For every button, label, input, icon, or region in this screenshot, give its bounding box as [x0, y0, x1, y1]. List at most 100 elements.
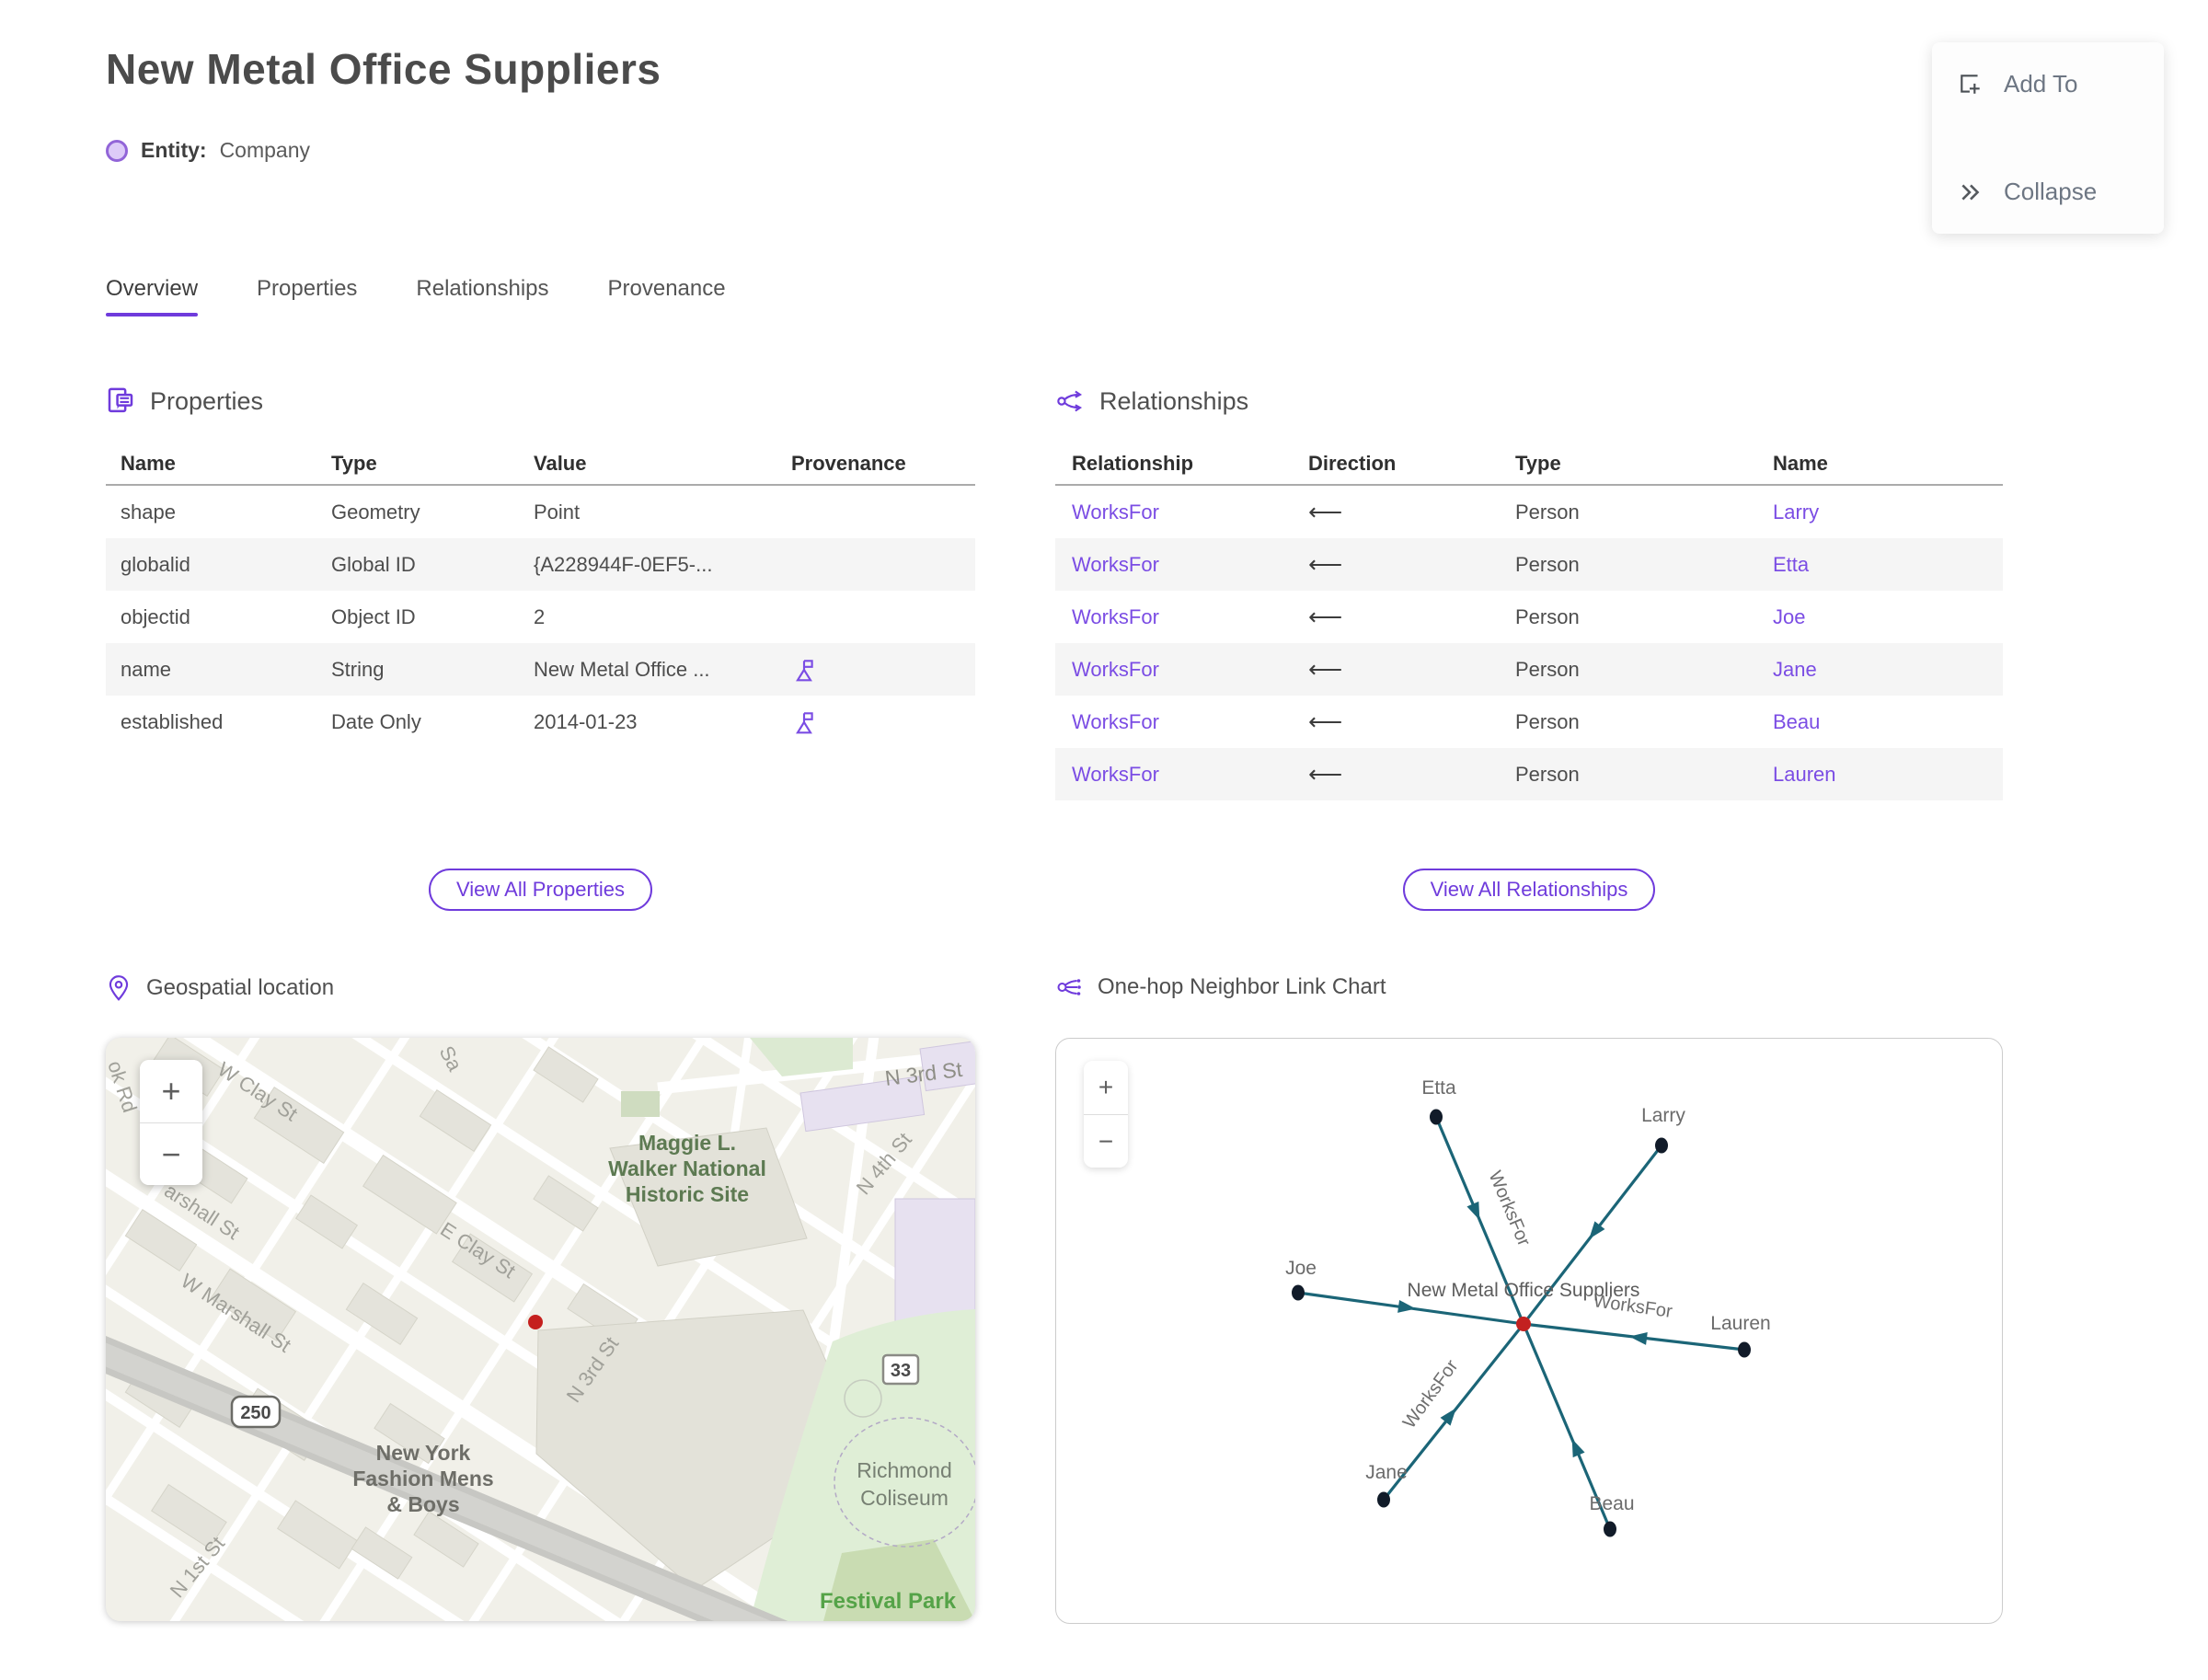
property-name: name — [121, 657, 172, 681]
link-chart-panel: WorksFor WorksFor WorksFor Etta Larry Jo… — [1055, 1038, 2003, 1624]
add-to-button[interactable]: Add To — [1958, 70, 2138, 98]
relationships-table: Relationship Direction Type Name WorksFo… — [1055, 443, 2003, 800]
table-row: WorksFor ⟵ Person Beau — [1055, 696, 2003, 748]
col-name: Name — [121, 452, 176, 475]
svg-text:Jane: Jane — [1365, 1462, 1408, 1483]
property-name: objectid — [121, 604, 190, 628]
relationship-link[interactable]: WorksFor — [1072, 763, 1308, 787]
route-shield-33: 33 — [881, 1353, 920, 1386]
entity-overview-page: New Metal Office Suppliers Entity: Compa… — [0, 0, 2208, 1680]
geospatial-section-header: Geospatial location — [106, 973, 334, 1003]
map-zoom-out-button[interactable]: − — [140, 1122, 202, 1185]
entity-link[interactable]: Lauren — [1773, 763, 2003, 787]
tab-overview[interactable]: Overview — [106, 276, 199, 316]
relationship-link[interactable]: WorksFor — [1072, 553, 1308, 577]
entity-type-row: Entity: Company — [106, 138, 310, 163]
chart-zoom-out-button[interactable]: − — [1084, 1114, 1128, 1168]
entity-link[interactable]: Jane — [1773, 658, 2003, 682]
relationship-type: Person — [1515, 500, 1580, 524]
tab-bar: Overview Properties Relationships Proven… — [106, 276, 726, 316]
relationship-link[interactable]: WorksFor — [1072, 658, 1308, 682]
col-provenance: Provenance — [791, 452, 906, 475]
view-all-properties-button[interactable]: View All Properties — [428, 869, 652, 911]
svg-text:New Metal Office Suppliers: New Metal Office Suppliers — [1408, 1280, 1640, 1301]
graph-node-etta[interactable] — [1430, 1109, 1443, 1125]
link-chart-icon — [1057, 979, 1081, 995]
property-name: globalid — [121, 552, 190, 576]
svg-text:Etta: Etta — [1421, 1077, 1456, 1099]
svg-text:Fashion Mens: Fashion Mens — [352, 1467, 493, 1490]
relationship-link[interactable]: WorksFor — [1072, 605, 1308, 629]
property-name: established — [121, 709, 224, 733]
tab-relationships[interactable]: Relationships — [416, 276, 548, 316]
relationships-table-header: Relationship Direction Type Name — [1055, 443, 2003, 486]
table-row: WorksFor ⟵ Person Jane — [1055, 643, 2003, 696]
svg-text:WorksFor: WorksFor — [1485, 1168, 1535, 1249]
link-chart-zoom-control: + − — [1084, 1061, 1128, 1168]
graph-node-center[interactable] — [1516, 1317, 1531, 1331]
relationships-section-title: Relationships — [1099, 386, 1249, 415]
link-chart-canvas[interactable]: WorksFor WorksFor WorksFor Etta Larry Jo… — [1056, 1039, 2003, 1624]
entity-link[interactable]: Larry — [1773, 501, 2003, 524]
property-name: shape — [121, 500, 176, 524]
direction-arrow-icon: ⟵ — [1308, 550, 1343, 578]
direction-arrow-icon: ⟵ — [1308, 603, 1343, 630]
page-title: New Metal Office Suppliers — [106, 45, 661, 93]
chart-zoom-in-button[interactable]: + — [1084, 1061, 1128, 1114]
map-panel: 250 33 W Clay St ok Rd arshall St W Mars… — [106, 1038, 975, 1621]
svg-text:Richmond: Richmond — [857, 1458, 952, 1482]
graph-nodes — [1292, 1109, 1751, 1537]
svg-text:Walker National: Walker National — [608, 1156, 766, 1180]
relationship-link[interactable]: WorksFor — [1072, 501, 1308, 524]
direction-arrow-icon: ⟵ — [1308, 708, 1343, 735]
table-row: WorksFor ⟵ Person Lauren — [1055, 748, 2003, 800]
provenance-flag-icon[interactable] — [791, 657, 817, 683]
table-row: name String New Metal Office ... — [106, 643, 975, 696]
relationship-type: Person — [1515, 709, 1580, 733]
collapse-label: Collapse — [2004, 178, 2098, 205]
entity-circle-icon — [106, 139, 128, 162]
relationship-link[interactable]: WorksFor — [1072, 710, 1308, 734]
entity-type-value: Company — [219, 138, 310, 162]
graph-node-larry[interactable] — [1655, 1137, 1668, 1154]
property-type: Global ID — [331, 552, 416, 576]
property-value: Point — [534, 500, 581, 524]
graph-node-lauren[interactable] — [1738, 1341, 1751, 1358]
relationships-table-body: WorksFor ⟵ Person Larry WorksFor ⟵ Perso… — [1055, 486, 2003, 800]
map-zoom-control: + − — [140, 1060, 202, 1185]
svg-text:Lauren: Lauren — [1710, 1313, 1770, 1334]
entity-link[interactable]: Joe — [1773, 605, 2003, 629]
tab-provenance[interactable]: Provenance — [608, 276, 726, 316]
relationship-type: Person — [1515, 604, 1580, 628]
graph-node-joe[interactable] — [1292, 1284, 1305, 1301]
view-all-relationships-button[interactable]: View All Relationships — [1402, 869, 1656, 911]
geospatial-section-title: Geospatial location — [146, 975, 335, 1000]
entity-location-marker[interactable] — [528, 1315, 543, 1329]
map-zoom-in-button[interactable]: + — [140, 1060, 202, 1122]
map-green-small — [621, 1091, 660, 1117]
table-row: shape Geometry Point — [106, 486, 975, 538]
svg-text:33: 33 — [891, 1361, 911, 1381]
entity-label: Entity: — [141, 138, 207, 162]
svg-text:Larry: Larry — [1641, 1105, 1685, 1126]
svg-text:Beau: Beau — [1589, 1493, 1634, 1514]
relationship-type: Person — [1515, 762, 1580, 786]
table-row: established Date Only 2014-01-23 — [106, 696, 975, 748]
provenance-flag-icon[interactable] — [791, 709, 817, 735]
table-row: objectid Object ID 2 — [106, 591, 975, 643]
route-shield-250: 250 — [230, 1395, 282, 1429]
properties-table-body: shape Geometry Point globalid Global ID … — [106, 486, 975, 748]
tab-properties[interactable]: Properties — [257, 276, 357, 316]
entity-link[interactable]: Etta — [1773, 553, 2003, 577]
map-pin-icon — [109, 975, 129, 1001]
property-value: 2014-01-23 — [534, 709, 638, 733]
svg-text:New York: New York — [376, 1441, 471, 1465]
table-row: WorksFor ⟵ Person Etta — [1055, 538, 2003, 591]
svg-text:WorksFor: WorksFor — [1399, 1356, 1463, 1433]
map-canvas[interactable]: 250 33 W Clay St ok Rd arshall St W Mars… — [106, 1038, 975, 1621]
graph-node-beau[interactable] — [1604, 1521, 1616, 1537]
graph-node-jane[interactable] — [1377, 1491, 1390, 1508]
direction-arrow-icon: ⟵ — [1308, 655, 1343, 683]
entity-link[interactable]: Beau — [1773, 710, 2003, 734]
collapse-button[interactable]: Collapse — [1958, 178, 2138, 206]
